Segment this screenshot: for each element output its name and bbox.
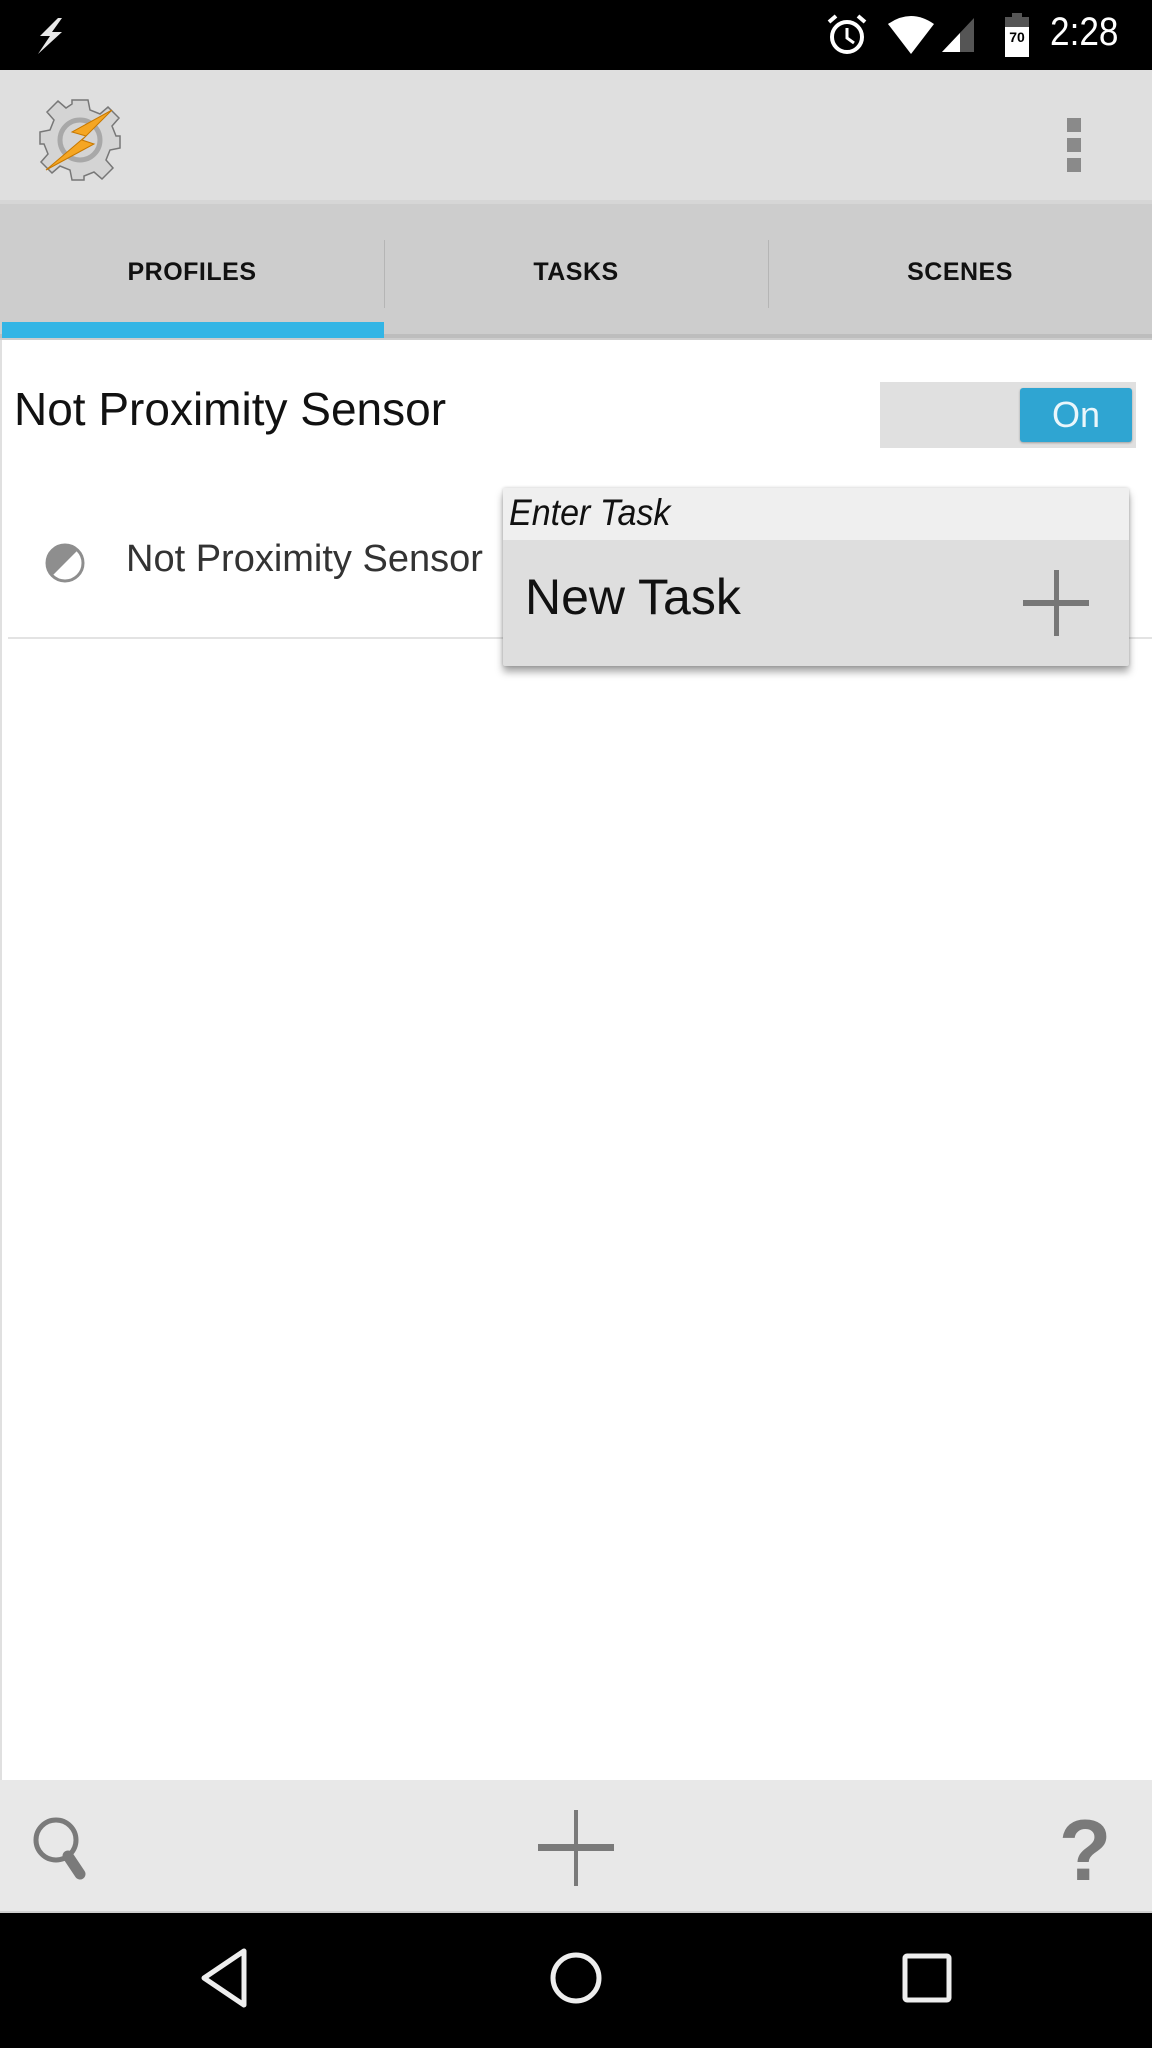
add-icon[interactable]: [531, 1802, 621, 1892]
status-bar: 70 2:28: [0, 0, 1152, 70]
selected-tab-indicator: [2, 322, 384, 338]
profile-toggle[interactable]: On: [880, 382, 1136, 448]
cell-signal-icon: [942, 18, 974, 52]
clock: 2:28: [1050, 10, 1119, 54]
help-icon[interactable]: ?: [1040, 1802, 1130, 1892]
toggle-on-label: On: [1020, 388, 1132, 442]
flash-notification-icon: [38, 18, 62, 54]
battery-level: 70: [1009, 29, 1025, 45]
navigation-bar: [0, 1913, 1152, 2048]
back-icon[interactable]: [190, 1943, 260, 2013]
alarm-icon: [827, 14, 867, 54]
home-icon[interactable]: [541, 1943, 611, 2013]
proximity-sensor-icon: [45, 543, 85, 583]
tasker-logo-icon[interactable]: [36, 96, 124, 184]
enter-task-popup: Enter Task New Task: [503, 488, 1129, 666]
overflow-menu-icon[interactable]: [1052, 108, 1096, 172]
battery-icon: 70: [1005, 13, 1029, 57]
overflow-dot: [1067, 158, 1081, 172]
search-icon[interactable]: [22, 1802, 112, 1892]
wifi-icon: [888, 16, 934, 54]
new-task-item[interactable]: New Task: [503, 540, 1129, 666]
svg-text:?: ?: [1059, 1803, 1112, 1892]
recents-icon[interactable]: [892, 1943, 962, 2013]
tab-bar: PROFILES TASKS SCENES: [0, 200, 1152, 340]
tab-profiles[interactable]: PROFILES: [0, 204, 384, 340]
profile-name[interactable]: Not Proximity Sensor: [14, 382, 446, 436]
popup-title: Enter Task: [509, 492, 671, 533]
popup-header: Enter Task: [503, 488, 1129, 540]
overflow-dot: [1067, 138, 1081, 152]
overflow-dot: [1067, 118, 1081, 132]
plus-icon: [1023, 570, 1089, 636]
tab-tasks[interactable]: TASKS: [384, 204, 768, 340]
app-bar: [0, 70, 1152, 200]
tab-scenes[interactable]: SCENES: [768, 204, 1152, 340]
bottom-toolbar: ?: [0, 1780, 1152, 1913]
new-task-label: New Task: [525, 569, 741, 625]
context-label: Not Proximity Sensor: [126, 538, 483, 580]
